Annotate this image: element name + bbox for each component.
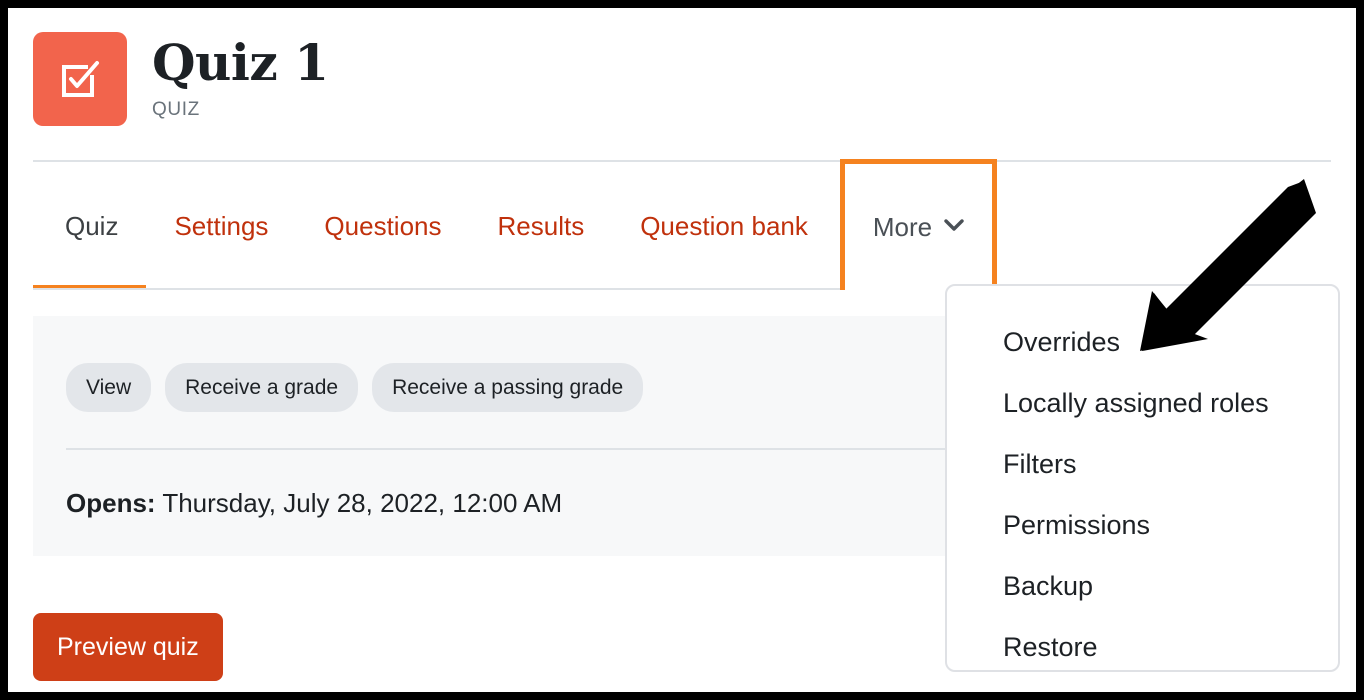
tab-list: Quiz Settings Questions Results Question…	[33, 159, 998, 290]
menu-item-permissions[interactable]: Permissions	[947, 495, 1338, 556]
menu-item-filters[interactable]: Filters	[947, 434, 1338, 495]
tab-bar: Quiz Settings Questions Results Question…	[33, 159, 1331, 290]
status-badge: Receive a passing grade	[372, 363, 644, 412]
menu-item-overrides[interactable]: Overrides	[947, 312, 1338, 373]
activity-page: Quiz 1 QUIZ Quiz Settings Questions Resu…	[8, 8, 1356, 692]
more-dropdown-menu: Overrides Locally assigned roles Filters…	[945, 284, 1340, 672]
chevron-down-icon	[944, 216, 964, 236]
menu-item-locally-assigned-roles[interactable]: Locally assigned roles	[947, 373, 1338, 434]
tab-label: Quiz	[65, 210, 119, 241]
menu-item-backup[interactable]: Backup	[947, 556, 1338, 617]
tab-label: Questions	[324, 210, 442, 241]
tab-settings[interactable]: Settings	[146, 162, 296, 290]
tab-more-label: More	[872, 211, 933, 242]
quiz-checkbox-icon	[33, 32, 127, 126]
tab-quiz[interactable]: Quiz	[33, 162, 147, 290]
status-badge: Receive a grade	[165, 363, 359, 412]
opens-date-row: Opens: Thursday, July 28, 2022, 12:00 AM	[66, 488, 562, 519]
tab-label: Question bank	[640, 210, 808, 241]
tab-label: Settings	[174, 210, 269, 241]
page-subtitle: QUIZ	[152, 99, 200, 120]
page-title: Quiz 1	[152, 33, 329, 92]
opens-value: Thursday, July 28, 2022, 12:00 AM	[162, 488, 563, 518]
tab-question-bank[interactable]: Question bank	[612, 162, 836, 290]
opens-label: Opens:	[66, 488, 156, 518]
tab-questions[interactable]: Questions	[296, 162, 469, 290]
preview-quiz-button[interactable]: Preview quiz	[33, 613, 223, 681]
screenshot-frame: Quiz 1 QUIZ Quiz Settings Questions Resu…	[0, 0, 1364, 700]
completion-badges: View Receive a grade Receive a passing g…	[66, 363, 644, 412]
tab-label: Results	[497, 210, 585, 241]
menu-item-restore[interactable]: Restore	[947, 617, 1338, 678]
tab-results[interactable]: Results	[470, 162, 613, 290]
title-block: Quiz 1 QUIZ	[152, 34, 329, 124]
tab-more[interactable]: More	[839, 159, 998, 290]
status-badge: View	[66, 363, 152, 412]
page-header: Quiz 1 QUIZ	[8, 8, 1356, 160]
